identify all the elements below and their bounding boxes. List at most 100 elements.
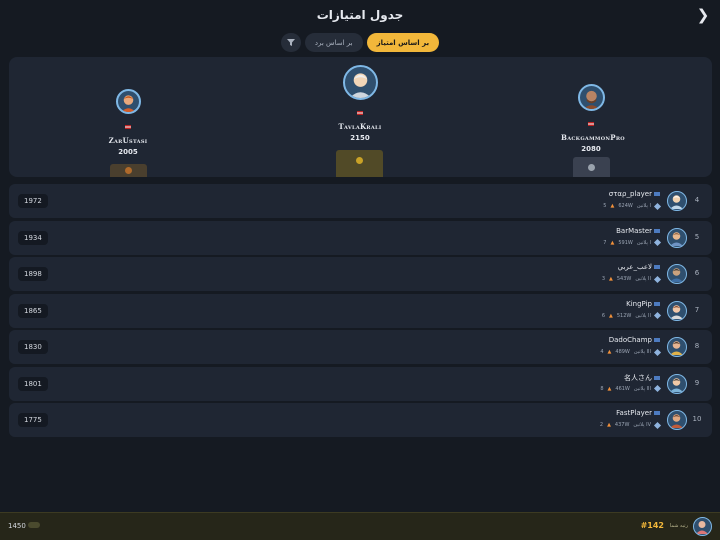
leaderboard-row[interactable]: 10 FastPlayer 2 ▲ 437W پلاتین IV 1775: [9, 403, 712, 437]
tier-label: پلاتین I: [636, 239, 651, 246]
avatar: [342, 65, 378, 100]
streak-count: 4: [600, 349, 604, 355]
rank-number: 9: [694, 378, 700, 387]
diamond-icon: [653, 311, 662, 320]
win-count: 591W: [618, 239, 633, 246]
leaderboard-list: 4 σταρ_player 5 ▲ 624W پلاتین I 1972 5 Ba…: [9, 184, 712, 440]
flag-icon: [654, 411, 660, 415]
rank-number: 4: [694, 196, 700, 204]
streak-count: 8: [600, 385, 604, 392]
player-name: σταρ_player: [608, 190, 652, 198]
leaderboard-row[interactable]: 5 BarMaster 7 ▲ 591W پلاتین I 1934: [9, 220, 712, 255]
header: ❯ جدول امتیازات: [0, 0, 720, 30]
player-score: 1775: [18, 413, 48, 427]
player-score: 1934: [18, 230, 48, 245]
tab-by-score[interactable]: بر اساس امتیاز: [366, 33, 440, 52]
podium-block-third: [573, 157, 610, 177]
flag-icon: [125, 125, 131, 129]
my-rank-label: رتبه شما: [669, 523, 688, 529]
medal-icon: [125, 167, 132, 174]
medal-icon: [356, 157, 363, 164]
flag-icon: [654, 265, 660, 269]
win-count: 624W: [618, 203, 633, 209]
flag-icon: [654, 301, 660, 306]
player-score: 1898: [18, 267, 48, 281]
tier-label: پلاتین III: [633, 349, 651, 355]
podium-first-place[interactable]: TavlaKrali 2150 الماس: [330, 65, 390, 161]
flag-icon: [654, 375, 660, 380]
tab-bar: بر اساس امتیاز بر اساس برد: [0, 33, 720, 53]
streak-count: 2: [599, 422, 604, 428]
podium: ZarUstasi 2005 الماس TavlaKrali 2150 الم…: [9, 57, 712, 177]
leaderboard-row[interactable]: 9 名人さん 8 ▲ 461W پلاتین III 1801: [9, 366, 712, 401]
podium-score: 2150: [350, 134, 370, 142]
avatar: [667, 337, 687, 357]
flag-icon: [654, 192, 660, 196]
streak-count: 6: [601, 312, 605, 319]
player-name: BarMaster: [616, 226, 652, 235]
my-rank-bar[interactable]: رتبه شما #142 1450: [0, 512, 720, 540]
filter-icon: [286, 39, 295, 46]
fire-icon: ▲: [610, 203, 615, 209]
win-count: 512W: [616, 312, 632, 319]
fire-icon: ▲: [607, 349, 612, 355]
player-score: 1972: [18, 194, 48, 208]
tier-label: پلاتین II: [635, 312, 651, 319]
win-count: 543W: [616, 276, 632, 282]
diamond-icon: [653, 421, 662, 429]
diamond-icon: [653, 384, 662, 393]
diamond-icon: [653, 275, 662, 283]
avatar: [115, 89, 141, 114]
player-name: DadoChamp: [608, 336, 652, 344]
player-name: 名人さん: [624, 373, 652, 382]
flag-icon: [654, 228, 660, 233]
tier-label: پلاتین II: [635, 276, 651, 282]
podium-score: 2005: [118, 148, 138, 156]
streak-count: 7: [603, 239, 607, 246]
avatar: [667, 191, 687, 211]
podium-second-place[interactable]: ZarUstasi 2005 الماس: [98, 89, 158, 175]
avatar: [667, 300, 687, 321]
rank-number: 8: [694, 342, 700, 350]
podium-name: BackgammonPro: [561, 133, 625, 142]
my-rank-value: #142: [640, 521, 664, 530]
filter-button[interactable]: [280, 33, 301, 52]
chip-icon: [28, 522, 40, 528]
player-score: 1865: [18, 303, 48, 318]
avatar: [667, 410, 687, 430]
podium-score: 2080: [581, 145, 601, 153]
tab-by-wins[interactable]: بر اساس برد: [304, 33, 363, 52]
avatar: [667, 264, 687, 284]
fire-icon: ▲: [609, 312, 613, 319]
leaderboard-row[interactable]: 7 KingPip 6 ▲ 512W پلاتین II 1865: [9, 293, 712, 328]
podium-block-second: [110, 164, 147, 177]
fire-icon: ▲: [610, 239, 615, 246]
rank-number: 5: [694, 232, 700, 241]
win-count: 437W: [614, 422, 630, 428]
leaderboard-row[interactable]: 6 لاعب_عربي 3 ▲ 543W پلاتین II 1898: [9, 257, 712, 291]
streak-count: 5: [603, 203, 607, 209]
player-score: 1830: [18, 340, 48, 354]
player-name: لاعب_عربي: [617, 263, 652, 271]
streak-count: 3: [601, 276, 605, 282]
diamond-icon: [653, 348, 662, 356]
diamond-icon: [653, 238, 662, 247]
my-score: 1450: [8, 522, 26, 530]
medal-icon: [588, 164, 595, 171]
diamond-icon: [653, 202, 662, 210]
podium-block-first: [336, 150, 383, 177]
flag-icon: [654, 338, 660, 342]
flag-icon: [588, 122, 594, 126]
player-name: KingPip: [626, 299, 652, 308]
leaderboard-row[interactable]: 8 DadoChamp 4 ▲ 489W پلاتین III 1830: [9, 330, 712, 364]
fire-icon: ▲: [607, 422, 611, 428]
rank-number: 7: [694, 305, 700, 314]
podium-name: TavlaKrali: [338, 122, 382, 131]
leaderboard-row[interactable]: 4 σταρ_player 5 ▲ 624W پلاتین I 1972: [9, 184, 712, 218]
tier-label: پلاتین III: [633, 385, 651, 392]
win-count: 489W: [615, 349, 630, 355]
page-title: جدول امتیازات: [316, 8, 404, 22]
avatar: [667, 373, 687, 394]
avatar: [577, 84, 605, 111]
player-name: FastPlayer: [616, 409, 652, 417]
